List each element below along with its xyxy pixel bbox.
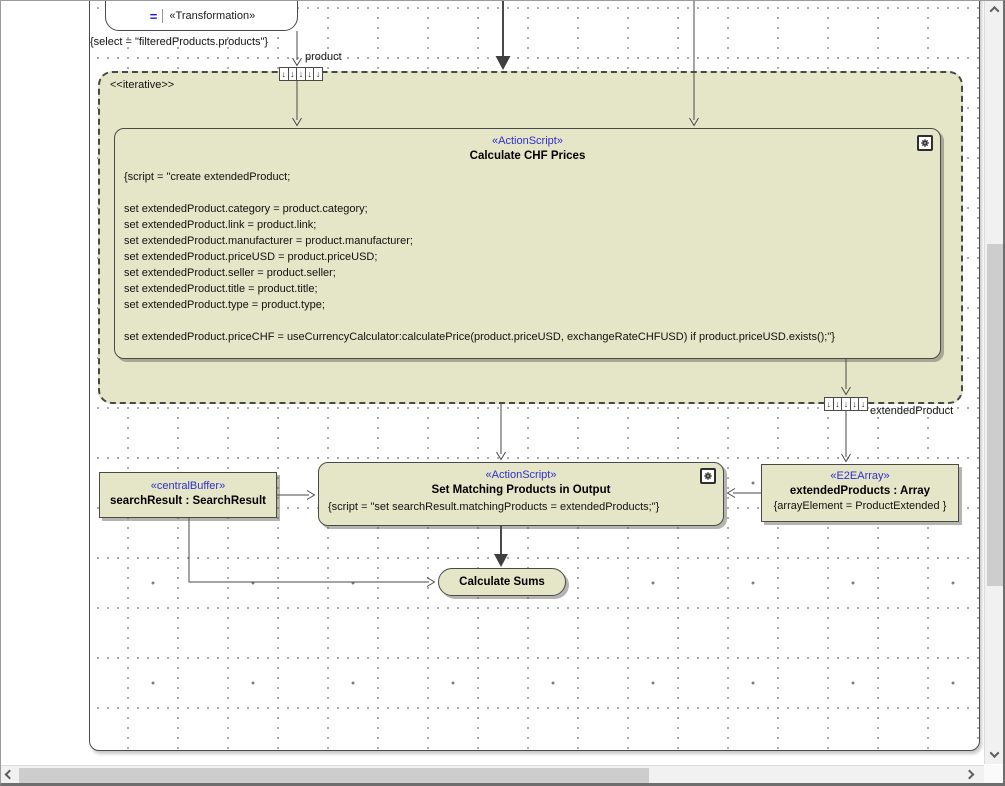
edges-layer — [1, 1, 1005, 786]
transformation-node[interactable]: = «Transformation» — [105, 0, 298, 31]
diagram-editor-window: <<iterative>> — [0, 0, 1005, 786]
calculate-sums-label: Calculate Sums — [459, 575, 545, 590]
down-arrow-icon: ↓ — [841, 398, 850, 410]
calc-chf-stereotype: «ActionScript» — [115, 129, 940, 149]
e2e-array-stereotype: «E2EArray» — [762, 465, 958, 484]
calc-chf-title: Calculate CHF Prices — [115, 149, 940, 164]
equals-icon: = — [148, 10, 160, 23]
set-matching-stereotype: «ActionScript» — [319, 463, 723, 483]
e2e-array-name: extendedProducts : Array — [762, 484, 958, 499]
down-arrow-icon: ↓ — [850, 398, 859, 410]
e2e-array-constraint: {arrayElement = ProductExtended } — [762, 499, 958, 514]
set-matching-action-node[interactable]: «ActionScript» Set Matching Products in … — [318, 462, 724, 526]
set-matching-script: {script = "set searchResult.matchingProd… — [319, 498, 723, 515]
filled-arrowhead-icon — [494, 554, 508, 567]
down-arrow-icon: ↓ — [296, 68, 305, 80]
filled-arrowhead-icon — [496, 56, 511, 70]
transformation-stereotype: «Transformation» — [169, 10, 255, 22]
gear-icon — [700, 468, 716, 484]
down-arrow-icon: ↓ — [833, 398, 842, 410]
calc-chf-action-node[interactable]: «ActionScript» Calculate CHF Prices {scr… — [114, 128, 941, 359]
down-arrow-icon: ↓ — [280, 68, 288, 80]
central-buffer-node[interactable]: «centralBuffer» searchResult : SearchRes… — [99, 472, 277, 518]
icon-divider — [162, 9, 163, 23]
calc-chf-script: {script = "create extendedProduct; set e… — [124, 169, 931, 345]
down-arrow-icon: ↓ — [858, 398, 867, 410]
central-buffer-stereotype: «centralBuffer» — [100, 473, 276, 494]
extended-product-output-pin[interactable]: ↓ ↓ ↓ ↓ ↓ — [824, 397, 868, 411]
set-matching-title: Set Matching Products in Output — [319, 483, 723, 498]
central-buffer-name: searchResult : SearchResult — [100, 494, 276, 509]
down-arrow-icon: ↓ — [313, 68, 322, 80]
product-input-pin[interactable]: ↓ ↓ ↓ ↓ ↓ — [279, 67, 323, 81]
e2e-array-node[interactable]: «E2EArray» extendedProducts : Array {arr… — [761, 464, 959, 522]
down-arrow-icon: ↓ — [288, 68, 297, 80]
down-arrow-icon: ↓ — [825, 398, 833, 410]
gear-icon — [917, 135, 933, 151]
calculate-sums-node[interactable]: Calculate Sums — [438, 568, 566, 596]
edge-buffer-to-sums[interactable] — [189, 518, 429, 582]
down-arrow-icon: ↓ — [305, 68, 314, 80]
